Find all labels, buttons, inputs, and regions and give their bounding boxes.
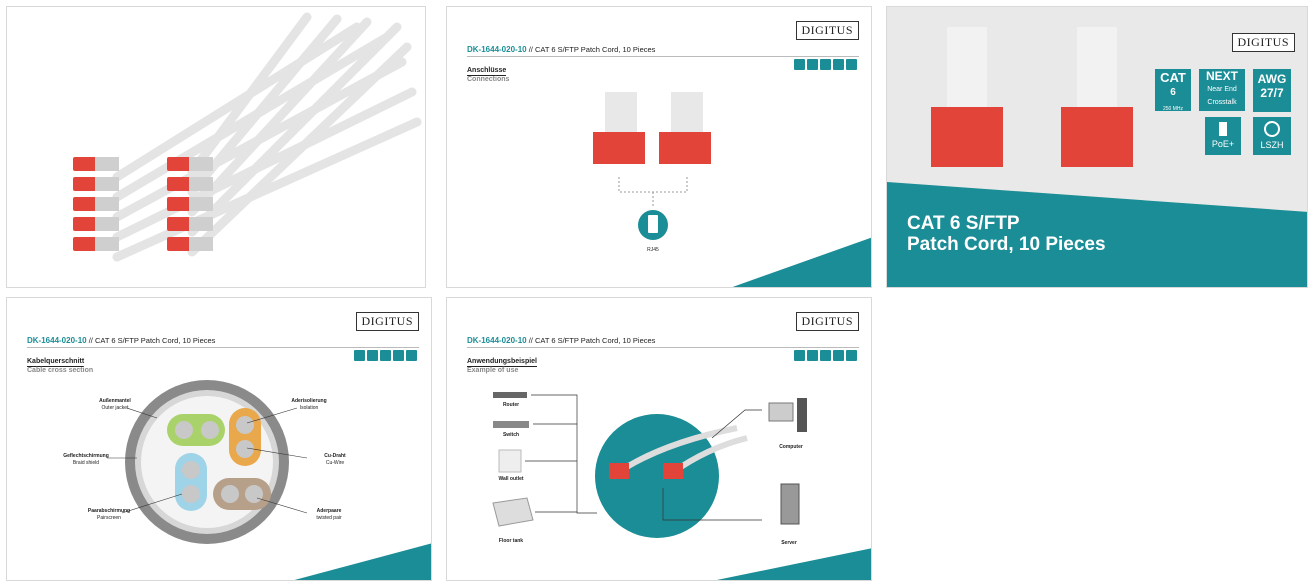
label-cu-wire: Cu-Draht Cu-Wire (324, 453, 346, 466)
badge-cat: CAT 6 250 MHz (1155, 69, 1191, 112)
badge-next: NEXT Near End Crosstalk (1199, 69, 1245, 111)
hero-title-line2: Patch Cord, 10 Pieces (907, 234, 1106, 255)
example-of-use-tile[interactable]: DIGITUS DK-1644-020-10 // CAT 6 S/FTP Pa… (446, 297, 872, 581)
cables-photo (73, 12, 422, 262)
poe-icon (1219, 122, 1227, 136)
device-router: Router (502, 402, 520, 408)
device-switch: Switch (502, 432, 520, 438)
hero-tile[interactable]: DIGITUS CAT 6 250 MHz NEXT Near End Crosstal… (886, 6, 1308, 288)
label-pairscreen: Paarabschirmung Pairscreen (87, 508, 131, 521)
cable-cross-section-diagram (107, 380, 431, 580)
label-isolation: Aderisolierung Isolation (291, 398, 327, 411)
connections-tile[interactable]: DIGITUS DK-1644-020-10 // CAT 6 S/FTP Pa… (446, 6, 872, 288)
badge-poe: PoE+ (1205, 117, 1241, 155)
label-twisted-pair: Aderpaare twisted pair (316, 508, 342, 521)
badge-awg: AWG 27/7 (1253, 69, 1291, 112)
product-photo-tile[interactable] (6, 6, 426, 288)
label-outer-jacket: Außenmantel Outer jacket (99, 398, 131, 411)
label-braid-shield: Geflechtschirmung Braid shield (63, 453, 109, 466)
lszh-icon (1264, 121, 1280, 137)
connectors-illustration (593, 92, 871, 287)
badge-lszh: LSZH (1253, 117, 1291, 155)
device-computer: Computer (779, 444, 803, 450)
hero-title: CAT 6 S/FTP Patch Cord, 10 Pieces (907, 213, 1106, 255)
digitus-logo: DIGITUS (1231, 33, 1295, 52)
cross-section-tile[interactable]: DIGITUS DK-1644-020-10 // CAT 6 S/FTP Pa… (6, 297, 432, 581)
device-wall-outlet: Wall outlet (498, 476, 524, 482)
device-server: Server (781, 540, 797, 546)
hero-title-line1: CAT 6 S/FTP (907, 213, 1020, 234)
device-floor-tank: Floor tank (498, 538, 524, 544)
rj45-label: RJ45 (647, 247, 659, 253)
